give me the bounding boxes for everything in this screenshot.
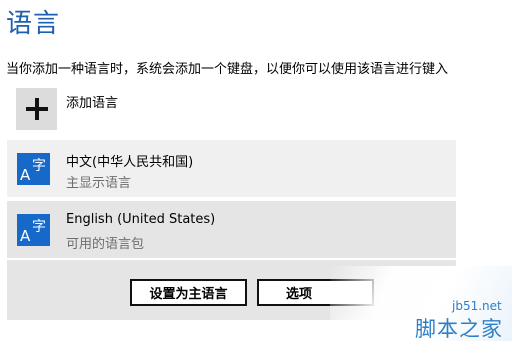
watermark-site: jb51.net	[452, 299, 502, 313]
language-icon-char: 字	[32, 219, 46, 235]
language-item-english[interactable]: A 字 English (United States) 可用的语言包	[7, 201, 456, 258]
language-icon-letter: A	[20, 227, 31, 245]
language-status: 主显示语言	[66, 176, 132, 191]
language-status: 可用的语言包	[66, 237, 145, 252]
language-icon: A 字	[17, 153, 50, 185]
language-icon-char: 字	[32, 158, 46, 174]
add-language-button[interactable]	[16, 88, 57, 130]
language-icon-letter: A	[20, 166, 31, 184]
language-icon: A 字	[17, 214, 50, 246]
set-primary-language-button[interactable]: 设置为主语言	[130, 279, 247, 306]
language-name: 中文(中华人民共和国)	[66, 155, 194, 170]
page-description: 当你添加一种语言时，系统会添加一个键盘，以便你可以使用该语言进行键入	[6, 62, 449, 77]
language-name: English (United States)	[66, 212, 216, 227]
add-language-label[interactable]: 添加语言	[66, 92, 118, 111]
page-title: 语言	[6, 9, 61, 39]
watermark: jb51.net 脚本之家	[330, 266, 512, 341]
language-item-chinese[interactable]: A 字 中文(中华人民共和国) 主显示语言	[7, 140, 456, 197]
plus-icon	[25, 98, 48, 120]
watermark-brand: 脚本之家	[415, 317, 503, 341]
